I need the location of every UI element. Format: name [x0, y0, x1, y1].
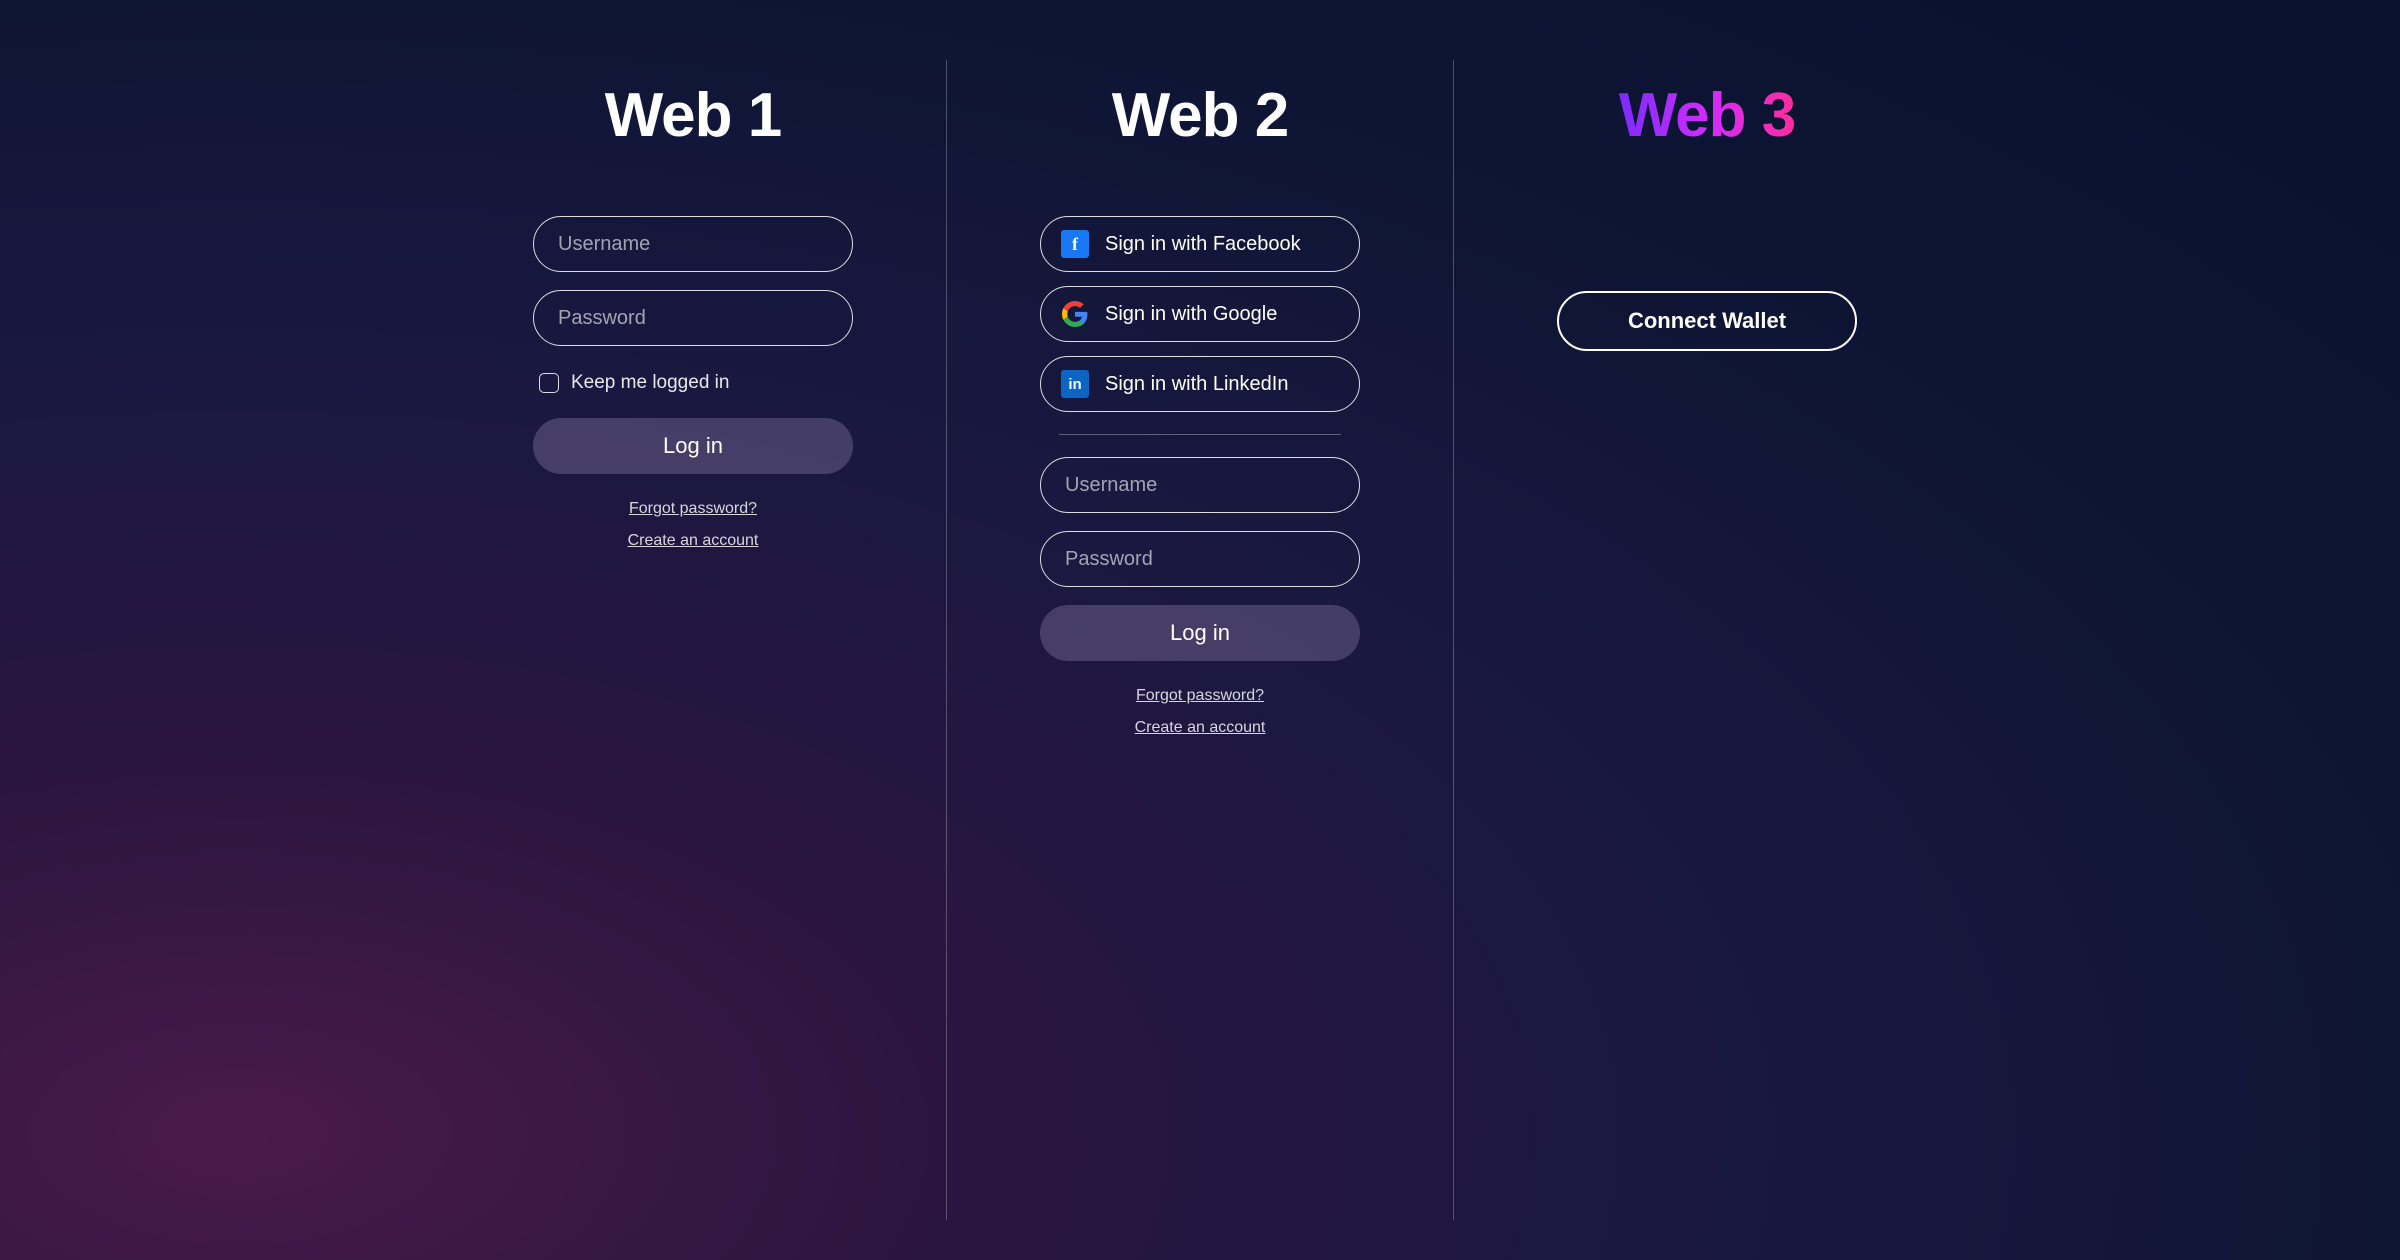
sso-linkedin-button[interactable]: in Sign in with LinkedIn	[1040, 356, 1360, 412]
web2-title: Web 2	[1112, 80, 1288, 151]
sso-google-label: Sign in with Google	[1105, 303, 1277, 326]
divider	[1059, 434, 1341, 435]
password-input[interactable]	[558, 307, 828, 330]
sso-facebook-label: Sign in with Facebook	[1105, 233, 1301, 256]
keep-logged-row: Keep me logged in	[533, 364, 853, 418]
keep-logged-checkbox[interactable]	[539, 373, 559, 393]
sso-google-button[interactable]: Sign in with Google	[1040, 286, 1360, 342]
password-field-wrap	[533, 290, 853, 346]
forgot-password-link[interactable]: Forgot password?	[1136, 687, 1264, 705]
connect-wallet-button[interactable]: Connect Wallet	[1557, 291, 1857, 351]
login-button[interactable]: Log in	[533, 418, 853, 474]
web2-form: f Sign in with Facebook Sign in with Goo…	[1040, 216, 1360, 751]
web1-form: Keep me logged in Log in Forgot password…	[533, 216, 853, 564]
keep-logged-label: Keep me logged in	[571, 372, 729, 394]
facebook-icon: f	[1061, 230, 1089, 258]
username-field-wrap	[1040, 457, 1360, 513]
google-icon	[1061, 300, 1089, 328]
password-input[interactable]	[1065, 548, 1335, 571]
web2-column: Web 2 f Sign in with Facebook Sign in wi…	[946, 60, 1453, 1220]
web1-title: Web 1	[605, 80, 781, 151]
web1-column: Web 1 Keep me logged in Log in Forgot pa…	[440, 60, 946, 1220]
username-input[interactable]	[558, 233, 828, 256]
username-input[interactable]	[1065, 474, 1335, 497]
linkedin-icon: in	[1061, 370, 1089, 398]
forgot-password-link[interactable]: Forgot password?	[629, 500, 757, 518]
web3-column: Web 3 Connect Wallet	[1453, 60, 1960, 1220]
password-field-wrap	[1040, 531, 1360, 587]
username-field-wrap	[533, 216, 853, 272]
sso-facebook-button[interactable]: f Sign in with Facebook	[1040, 216, 1360, 272]
login-button[interactable]: Log in	[1040, 605, 1360, 661]
create-account-link[interactable]: Create an account	[628, 532, 759, 550]
create-account-link[interactable]: Create an account	[1135, 719, 1266, 737]
sso-linkedin-label: Sign in with LinkedIn	[1105, 373, 1288, 396]
web3-title: Web 3	[1619, 80, 1795, 151]
columns-container: Web 1 Keep me logged in Log in Forgot pa…	[440, 60, 1960, 1220]
